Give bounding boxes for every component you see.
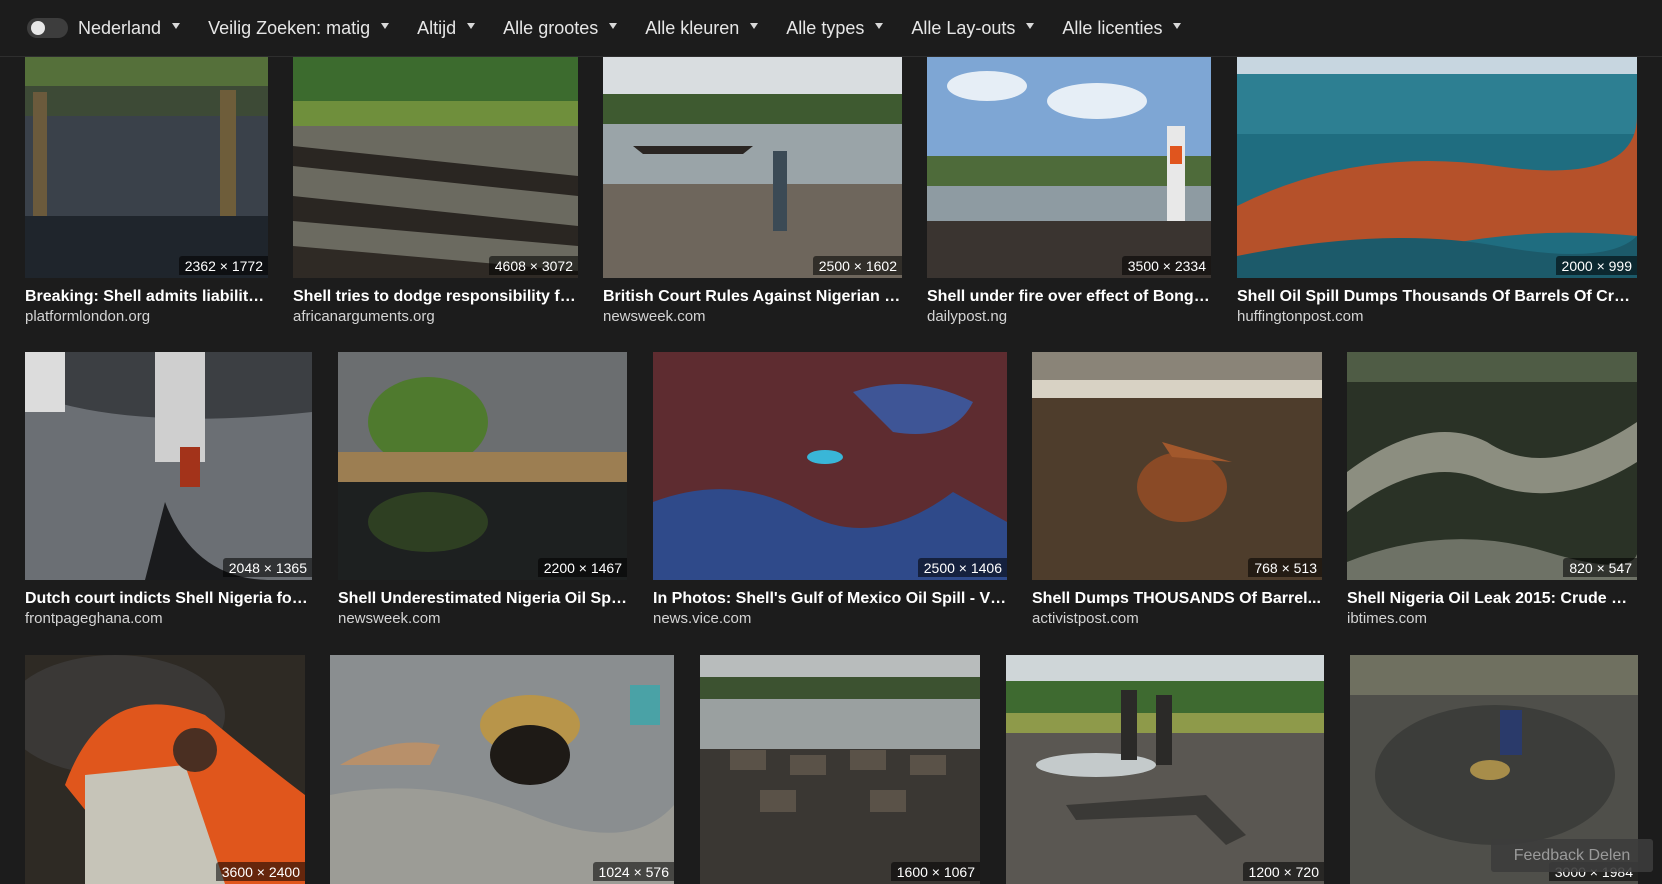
image-dimensions: 2200 × 1467 — [537, 558, 627, 577]
result-image[interactable] — [1006, 655, 1324, 884]
chevron-down-icon — [609, 23, 618, 29]
time-label: Altijd — [417, 17, 457, 38]
chevron-down-icon — [1026, 23, 1035, 29]
result-tile[interactable]: 3600 × 2400 — [25, 655, 305, 884]
result-title[interactable]: Shell tries to dodge responsibility fo..… — [293, 288, 578, 306]
license-label: Alle licenties — [1062, 17, 1163, 38]
result-source[interactable]: news.vice.com — [653, 610, 1007, 627]
image-dimensions: 3600 × 2400 — [215, 862, 305, 881]
result-title[interactable]: Shell under fire over effect of Bonga... — [927, 288, 1211, 306]
image-dimensions: 2000 × 999 — [1555, 256, 1637, 275]
result-source[interactable]: huffingtonpost.com — [1237, 308, 1637, 325]
result-tile[interactable]: 2500 × 1602 British Court Rules Against … — [603, 56, 902, 326]
result-tile[interactable]: 1200 × 720 — [1006, 655, 1324, 884]
result-image[interactable] — [1347, 352, 1637, 580]
result-image[interactable] — [603, 56, 902, 278]
image-dimensions: 820 × 547 — [1563, 558, 1637, 577]
result-tile[interactable]: 2362 × 1772 Breaking: Shell admits liabi… — [25, 56, 268, 326]
result-title[interactable]: British Court Rules Against Nigerian V..… — [603, 288, 902, 306]
safe-search-toggle[interactable] — [27, 18, 68, 38]
result-image[interactable] — [25, 56, 268, 278]
result-source[interactable]: ibtimes.com — [1347, 610, 1637, 627]
size-label: Alle grootes — [503, 17, 599, 38]
result-title[interactable]: In Photos: Shell's Gulf of Mexico Oil Sp… — [653, 590, 1007, 608]
image-dimensions: 2500 × 1602 — [812, 256, 902, 275]
result-title[interactable]: Shell Oil Spill Dumps Thousands Of Barre… — [1237, 288, 1637, 306]
result-title[interactable]: Dutch court indicts Shell Nigeria for ..… — [25, 590, 312, 608]
toggle-knob — [31, 21, 45, 35]
result-tile[interactable]: 1600 × 1067 — [700, 655, 980, 884]
image-dimensions: 2500 × 1406 — [917, 558, 1007, 577]
result-image[interactable] — [338, 352, 627, 580]
result-image[interactable] — [293, 56, 578, 278]
license-dropdown[interactable]: Alle licenties — [1062, 17, 1182, 39]
result-source[interactable]: newsweek.com — [603, 308, 902, 325]
result-title[interactable]: Shell Nigeria Oil Leak 2015: Crude Ex... — [1347, 590, 1637, 608]
region-dropdown[interactable]: Nederland — [78, 17, 181, 39]
layout-dropdown[interactable]: Alle Lay-outs — [911, 17, 1035, 39]
region-label: Nederland — [78, 17, 162, 38]
time-dropdown[interactable]: Altijd — [417, 17, 476, 39]
safe-search-label: Veilig Zoeken: matig — [208, 17, 371, 38]
image-dimensions: 1024 × 576 — [592, 862, 674, 881]
chevron-down-icon — [381, 23, 390, 29]
result-image[interactable] — [653, 352, 1007, 580]
layout-label: Alle Lay-outs — [911, 17, 1016, 38]
filter-bar: Nederland Veilig Zoeken: matig Altijd Al… — [0, 0, 1662, 57]
result-image[interactable] — [1032, 352, 1322, 580]
result-image[interactable] — [927, 56, 1211, 278]
chevron-down-icon — [467, 23, 476, 29]
size-dropdown[interactable]: Alle grootes — [503, 17, 618, 39]
result-title[interactable]: Breaking: Shell admits liability ... — [25, 288, 268, 306]
result-image[interactable] — [25, 655, 305, 884]
chevron-down-icon — [875, 23, 884, 29]
result-title[interactable]: Shell Underestimated Nigeria Oil Spil... — [338, 590, 627, 608]
result-tile[interactable]: 2048 × 1365 Dutch court indicts Shell Ni… — [25, 352, 312, 628]
image-dimensions: 2362 × 1772 — [178, 256, 268, 275]
safe-search-dropdown[interactable]: Veilig Zoeken: matig — [208, 17, 390, 39]
result-title[interactable]: Shell Dumps THOUSANDS Of Barrel... — [1032, 590, 1322, 608]
result-tile[interactable]: 768 × 513 Shell Dumps THOUSANDS Of Barre… — [1032, 352, 1322, 628]
chevron-down-icon — [1173, 23, 1182, 29]
image-dimensions: 4608 × 3072 — [488, 256, 578, 275]
result-tile[interactable]: 820 × 547 Shell Nigeria Oil Leak 2015: C… — [1347, 352, 1637, 628]
color-label: Alle kleuren — [645, 17, 740, 38]
result-tile[interactable]: 2200 × 1467 Shell Underestimated Nigeria… — [338, 352, 627, 628]
type-dropdown[interactable]: Alle types — [786, 17, 884, 39]
result-source[interactable]: newsweek.com — [338, 610, 627, 627]
image-dimensions: 3500 × 2334 — [1121, 256, 1211, 275]
result-tile[interactable]: 2500 × 1406 In Photos: Shell's Gulf of M… — [653, 352, 1007, 628]
chevron-down-icon — [750, 23, 759, 29]
result-source[interactable]: dailypost.ng — [927, 308, 1211, 325]
result-tile[interactable]: 3500 × 2334 Shell under fire over effect… — [927, 56, 1211, 326]
feedback-button[interactable]: Feedback Delen — [1491, 839, 1653, 872]
result-tile[interactable]: 2000 × 999 Shell Oil Spill Dumps Thousan… — [1237, 56, 1637, 326]
result-tile[interactable]: 1024 × 576 — [330, 655, 674, 884]
chevron-down-icon — [172, 23, 181, 29]
result-source[interactable]: frontpageghana.com — [25, 610, 312, 627]
result-source[interactable]: activistpost.com — [1032, 610, 1322, 627]
image-dimensions: 2048 × 1365 — [222, 558, 312, 577]
result-source[interactable]: platformlondon.org — [25, 308, 268, 325]
type-label: Alle types — [786, 17, 865, 38]
image-dimensions: 1200 × 720 — [1242, 862, 1324, 881]
image-dimensions: 768 × 513 — [1248, 558, 1322, 577]
result-tile[interactable]: 4608 × 3072 Shell tries to dodge respons… — [293, 56, 578, 326]
result-source[interactable]: africanarguments.org — [293, 308, 578, 325]
result-image[interactable] — [1237, 56, 1637, 278]
color-dropdown[interactable]: Alle kleuren — [645, 17, 759, 39]
result-image[interactable] — [330, 655, 674, 884]
result-image[interactable] — [700, 655, 980, 884]
image-dimensions: 1600 × 1067 — [890, 862, 980, 881]
result-image[interactable] — [25, 352, 312, 580]
